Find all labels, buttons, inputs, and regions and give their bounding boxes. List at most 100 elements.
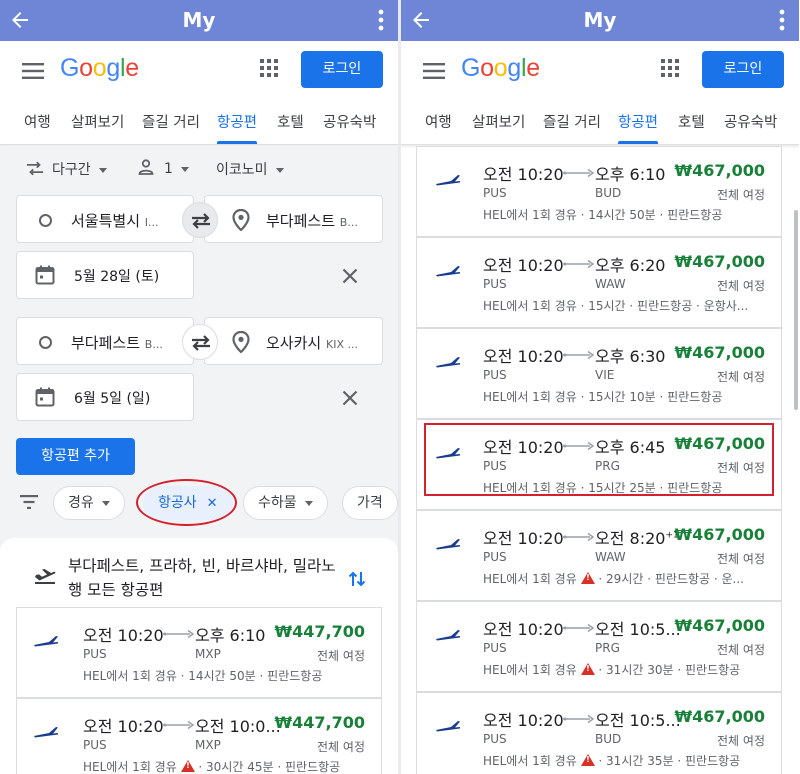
stop-details: HEL에서 1회 경유 · 30시간 45분 · 핀란드항공	[83, 758, 340, 774]
remove-leg1-icon[interactable]	[342, 268, 358, 284]
tab-flights[interactable]: 항공편	[618, 111, 659, 144]
tab-vacation-rentals[interactable]: 공유숙박	[724, 111, 777, 132]
google-header: Google 로그인	[401, 41, 799, 99]
duration: 15시간 10분	[588, 390, 656, 404]
leg2-origin-field[interactable]: 부다페스트 B...	[16, 317, 194, 365]
finnair-logo-icon	[435, 356, 461, 368]
arrival-time: 오후 6:20	[595, 252, 665, 276]
flight-card[interactable]: 오전 10:20 오후 6:10 ₩467,000 PUS BUD 전체 여정 HEL에서 …	[416, 146, 782, 237]
flight-card[interactable]: 오전 10:20 오전 10:0... ₩447,700 PUS MXP 전체 여정 HEL…	[16, 698, 382, 774]
tab-explore[interactable]: 살펴보기	[472, 111, 525, 132]
more-options-icon[interactable]	[378, 9, 384, 31]
warning-icon	[180, 760, 195, 772]
menu-icon[interactable]	[22, 63, 44, 79]
trip-label: 전체 여정	[717, 552, 765, 566]
origin-code: PUS	[483, 732, 507, 746]
trip-label: 전체 여정	[717, 279, 765, 293]
apps-grid-icon[interactable]	[260, 59, 278, 77]
arrival-time-text: 오후 6:10	[195, 626, 266, 645]
scrollbar[interactable]	[794, 210, 798, 410]
stop-info: HEL에서 1회 경유	[483, 208, 577, 222]
swap-icon	[190, 212, 212, 230]
stop-details: HEL에서 1회 경유 · 14시간 50분 · 핀란드항공	[483, 208, 723, 222]
origin-code: PUS	[483, 641, 507, 655]
trip-label: 전체 여정	[717, 188, 765, 202]
calendar-icon	[35, 387, 55, 407]
leg2-swap-button[interactable]	[182, 324, 218, 360]
arrival-time-text: 오전 10:0...	[195, 717, 281, 736]
tab-travel[interactable]: 여행	[425, 111, 452, 132]
arrival-time-text: 오전 10:5...	[595, 711, 681, 730]
leg2-date-field[interactable]: 6월 5일 (일)	[16, 373, 194, 421]
stop-info: HEL에서 1회 경유	[483, 754, 577, 768]
login-button[interactable]: 로그인	[702, 51, 784, 88]
login-button[interactable]: 로그인	[301, 51, 383, 88]
filter-chip-stops[interactable]: 경유	[53, 486, 125, 520]
google-logo[interactable]: Google	[60, 54, 139, 83]
duration: 15시간	[588, 299, 626, 313]
passenger-count: 1	[164, 161, 173, 177]
stop-info: HEL에서 1회 경유	[483, 390, 577, 404]
tab-vacation-rentals[interactable]: 공유숙박	[323, 111, 376, 132]
apps-grid-icon[interactable]	[661, 59, 679, 77]
takeoff-icon	[34, 568, 56, 584]
arrival-time: 오전 8:20+1	[595, 525, 679, 549]
finnair-logo-icon	[33, 726, 59, 738]
route-arrow-icon	[562, 715, 594, 723]
filter-icon[interactable]	[20, 495, 38, 509]
trip-type-label: 다구간	[52, 162, 91, 178]
sort-icon[interactable]	[348, 570, 366, 588]
highlight-oval	[136, 479, 237, 526]
flight-card[interactable]: 오전 10:20 오후 6:30 ₩467,000 PUS VIE 전체 여정 HEL에서 …	[416, 328, 782, 419]
google-header: Google 로그인	[0, 41, 398, 99]
stop-info: HEL에서 1회 경유	[483, 572, 577, 586]
leg2-date-text: 6월 5일 (일)	[74, 391, 151, 407]
filter-chip-baggage[interactable]: 수하물	[243, 486, 328, 520]
flight-card[interactable]: 오전 10:20 오후 6:10 ₩447,700 PUS MXP 전체 여정 HEL에서 …	[16, 607, 382, 698]
tab-hotels[interactable]: 호텔	[678, 111, 705, 132]
flight-card[interactable]: 오전 10:20 오전 8:20+1 ₩467,000 PUS WAW 전체 여정 HEL에…	[416, 510, 782, 601]
route-arrow-icon	[562, 351, 594, 359]
cabin-select[interactable]: 이코노미	[216, 159, 284, 179]
filter-chip-price[interactable]: 가격	[342, 486, 398, 520]
airline: 핀란드항공	[684, 754, 741, 768]
leg1-origin-field[interactable]: 서울특별시 I...	[16, 195, 194, 243]
leg1-destination-code: B...	[339, 216, 358, 229]
passenger-select[interactable]: 1	[138, 159, 189, 177]
stop-details: HEL에서 1회 경유 · 15시간 · 핀란드항공 · 운항사...	[483, 299, 749, 313]
leg1-date-field[interactable]: 5월 28일 (토)	[16, 251, 194, 299]
menu-icon[interactable]	[423, 63, 445, 79]
route-arrow-icon	[162, 630, 194, 638]
destination-code: WAW	[595, 277, 626, 291]
flight-card[interactable]: 오전 10:20 오전 10:5... ₩467,000 PUS PRG 전체 여정 HEL…	[416, 601, 782, 692]
more-options-icon[interactable]	[779, 9, 785, 31]
origin-circle-icon	[39, 336, 52, 349]
flight-card[interactable]: 오전 10:20 오후 6:20 ₩467,000 PUS WAW 전체 여정 HEL에서 …	[416, 237, 782, 328]
departure-time: 오전 10:20	[483, 620, 564, 639]
arrival-time: 오전 10:0...	[195, 713, 281, 737]
trip-label: 전체 여정	[317, 649, 365, 663]
tab-hotels[interactable]: 호텔	[277, 111, 304, 132]
tab-things-to-do[interactable]: 즐길 거리	[142, 111, 200, 132]
leg2-destination-field[interactable]: 오사카시 KIX ...	[204, 317, 383, 365]
tab-explore[interactable]: 살펴보기	[71, 111, 124, 132]
tab-things-to-do[interactable]: 즐길 거리	[543, 111, 601, 132]
trip-type-select[interactable]: 다구간	[26, 159, 107, 179]
stop-details: HEL에서 1회 경유 · 31시간 35분 · 핀란드항공	[483, 752, 740, 769]
multi-city-icon	[26, 161, 44, 176]
stop-details: HEL에서 1회 경유 · 29시간 · 핀란드항공 · 운...	[483, 570, 744, 587]
remove-leg2-icon[interactable]	[342, 390, 358, 406]
add-flight-button[interactable]: 항공편 추가	[16, 438, 135, 475]
destination-code: BUD	[595, 732, 622, 746]
google-logo[interactable]: Google	[461, 54, 540, 83]
leg1-swap-button[interactable]	[182, 202, 218, 238]
app-bar: My	[401, 0, 799, 41]
tab-flights[interactable]: 항공편	[217, 111, 258, 144]
tab-travel[interactable]: 여행	[24, 111, 51, 132]
arrival-time-text: 오후 6:20	[595, 256, 666, 275]
leg1-destination-field[interactable]: 부다페스트 B...	[204, 195, 383, 243]
airline: 핀란드항공	[667, 208, 723, 222]
leg1-origin-code: I...	[144, 216, 159, 229]
trip-label: 전체 여정	[717, 734, 765, 748]
flight-card[interactable]: 오전 10:20 오전 10:5... ₩467,000 PUS BUD 전체 여정 HEL…	[416, 692, 782, 774]
